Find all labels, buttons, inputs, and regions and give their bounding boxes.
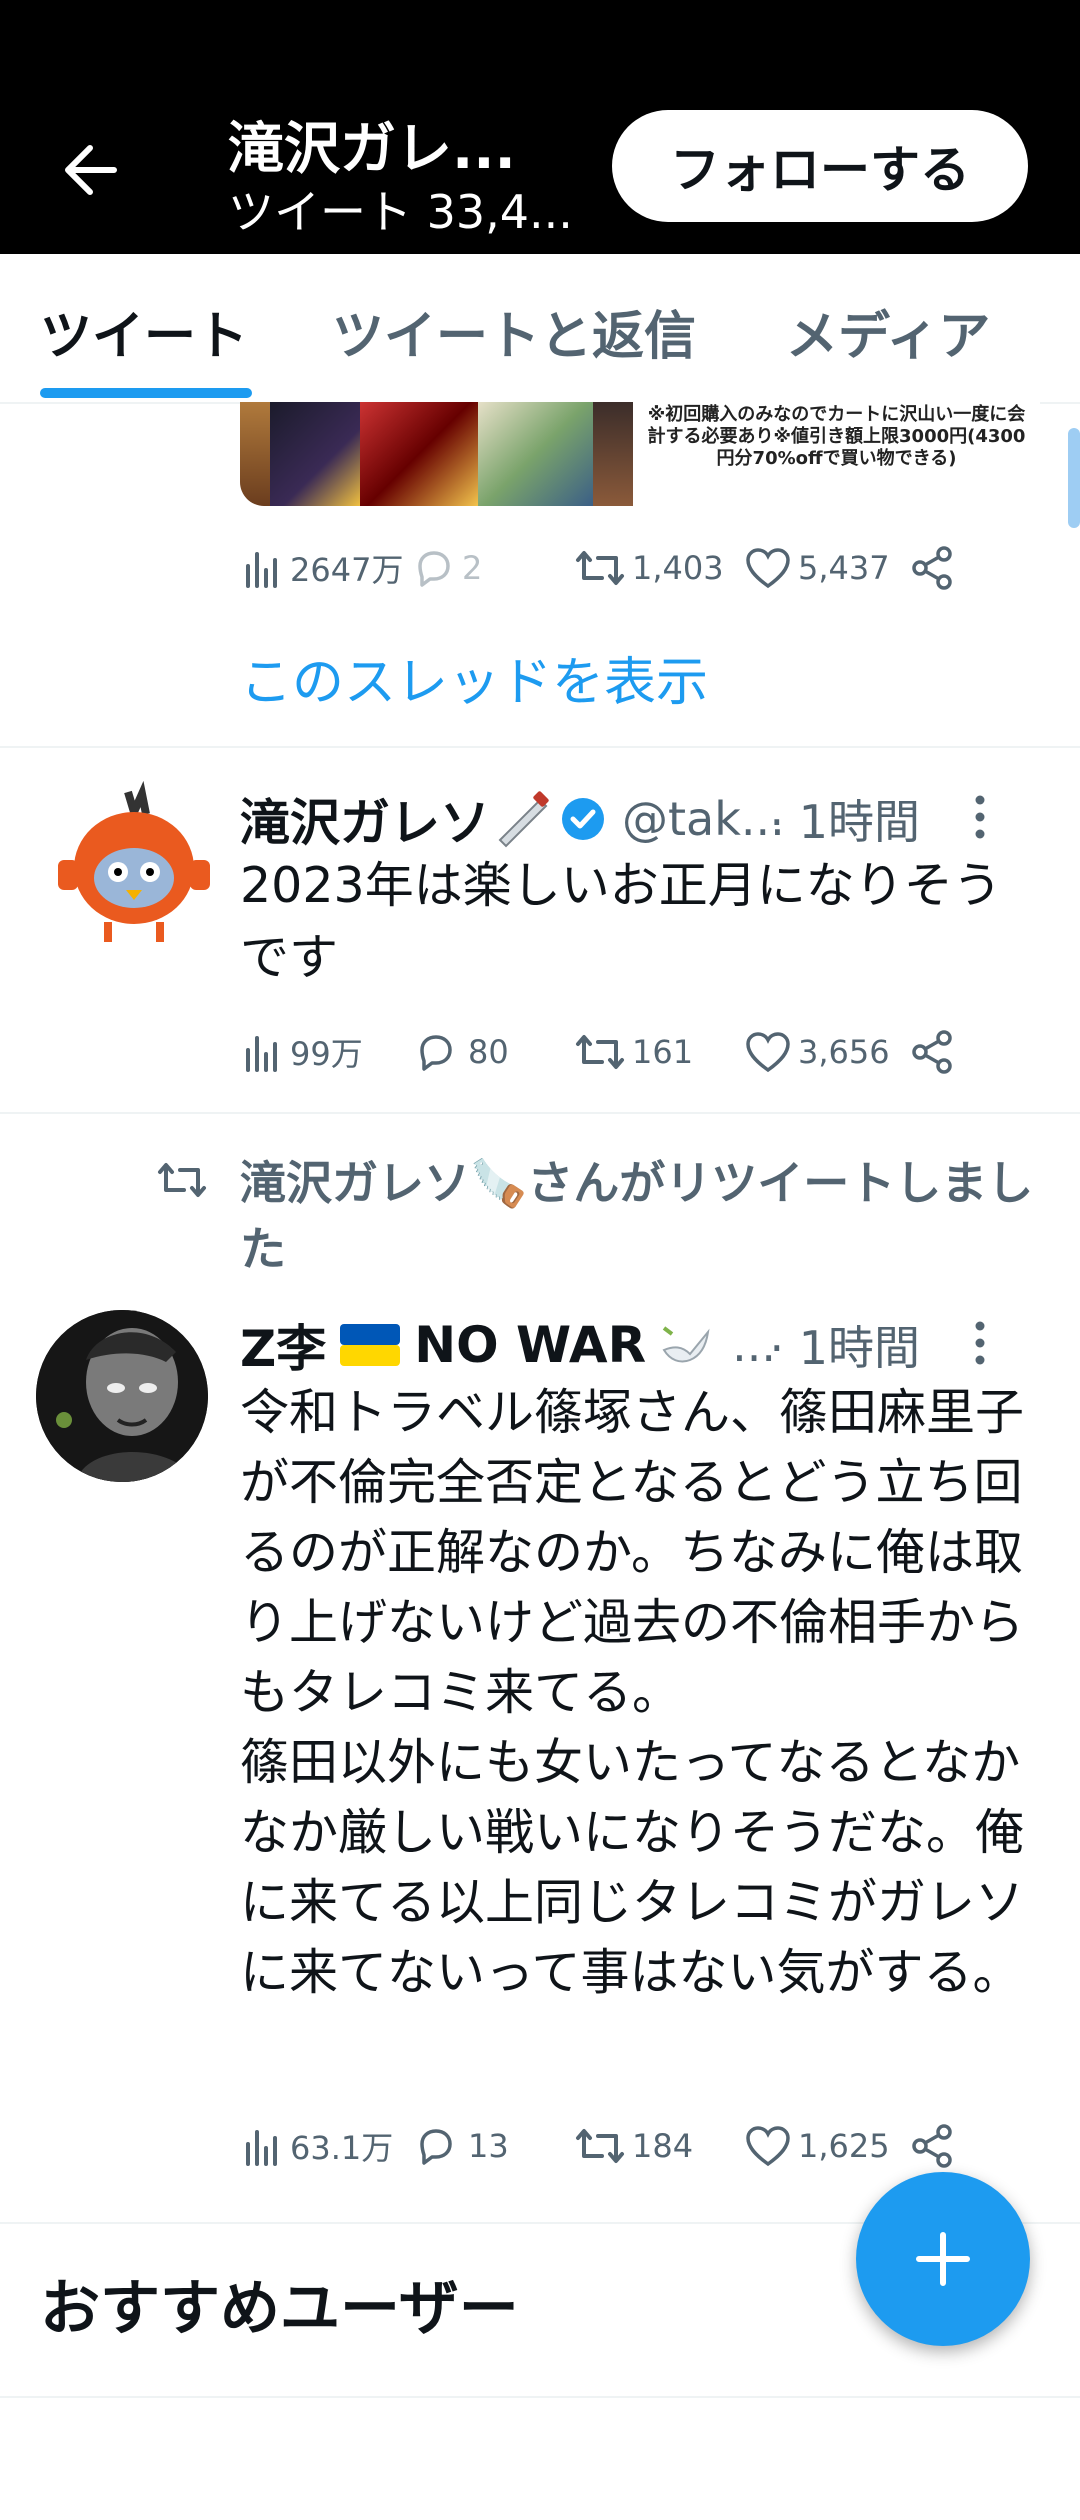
- divider: [0, 1112, 1080, 1114]
- reply-count: 80: [468, 1033, 509, 1071]
- reply-button[interactable]: 13: [410, 2116, 509, 2176]
- tweet-media-image[interactable]: ※初回購入のみなのでカートに沢山い一度に会計する必要あり※値引き額上限3000円…: [240, 402, 1040, 506]
- active-tab-indicator: [40, 388, 252, 398]
- saw-emoji-icon: [498, 791, 549, 848]
- back-arrow-icon: [65, 145, 117, 195]
- verified-badge-icon: [562, 798, 604, 840]
- more-options-icon[interactable]: [970, 1320, 990, 1366]
- share-button[interactable]: [908, 1022, 962, 1082]
- like-count: 5,437: [798, 549, 890, 587]
- show-thread-link[interactable]: このスレッドを表示: [240, 640, 708, 715]
- analytics-icon: [246, 2130, 277, 2166]
- reply-icon: [420, 2129, 452, 2165]
- comic-cover-4: [478, 402, 593, 506]
- comic-cover-1: [240, 402, 270, 506]
- divider: [0, 746, 1080, 748]
- top-app-bar: 滝沢ガレ... ツイート 33,4... フォローする: [0, 0, 1080, 254]
- plus-icon: [916, 2232, 970, 2286]
- retweet-icon: [576, 1035, 624, 1069]
- analytics-icon: [246, 1036, 277, 1072]
- tweet-count: ツイート 33,4...: [228, 185, 573, 239]
- profile-tabs: ツイート ツイートと返信 メディア: [0, 254, 1080, 404]
- reply-count: 2: [462, 549, 483, 587]
- retweet-button[interactable]: 184: [574, 2116, 693, 2176]
- author-handle[interactable]: @tak...: [622, 792, 785, 846]
- heart-icon: [746, 1032, 790, 1073]
- views-count: 63.1万: [290, 2129, 394, 2167]
- like-count: 3,656: [798, 1033, 890, 1071]
- reply-icon: [420, 1035, 452, 1071]
- ukraine-flag-icon: [340, 1324, 401, 1366]
- heart-icon: [746, 548, 790, 589]
- retweeted-by-label[interactable]: 滝沢ガレソ🪚さんがリツイートしました: [240, 1150, 1060, 1282]
- comic-cover-5: [593, 402, 633, 506]
- views-count: 99万: [290, 1035, 363, 1073]
- views-stat[interactable]: 2647万: [240, 538, 403, 598]
- profile-name-title: 滝沢ガレ...: [228, 117, 516, 182]
- promo-text: ※初回購入のみなのでカートに沢山い一度に会計する必要あり※値引き額上限3000円…: [633, 402, 1040, 506]
- tweet-text: 令和トラベル篠塚さん、篠田麻里子が不倫完全否定となるとどう立ち回るのが正解なのか…: [240, 1384, 1025, 2001]
- follow-button[interactable]: フォローする: [612, 110, 1028, 222]
- heart-icon: [746, 2126, 790, 2167]
- retweet-icon: [158, 1163, 206, 1197]
- analytics-icon: [246, 552, 277, 588]
- reply-button[interactable]: 80: [410, 1022, 509, 1082]
- comic-cover-3: [360, 402, 478, 506]
- views-stat[interactable]: 63.1万: [240, 2116, 393, 2176]
- like-count: 1,625: [798, 2127, 890, 2165]
- avatar[interactable]: [48, 780, 220, 952]
- retweet-count: 1,403: [632, 549, 724, 587]
- tweet-header: 滝沢ガレソ @tak... · 1時間: [240, 784, 1040, 854]
- scrollbar[interactable]: [1068, 428, 1080, 528]
- chainsaw-mascot-avatar: [48, 780, 220, 952]
- tab-tweets[interactable]: ツイート: [40, 294, 248, 369]
- reply-icon: [418, 551, 450, 587]
- retweet-count: 161: [632, 1033, 694, 1071]
- retweet-button[interactable]: 161: [574, 1022, 693, 1082]
- like-button[interactable]: 3,656: [744, 1022, 890, 1082]
- retweet-icon: [576, 2129, 624, 2163]
- share-icon: [912, 2124, 952, 2168]
- tweet-action-bar: 99万 80 161 3,656: [240, 1022, 980, 1082]
- tweet-action-bar: 2647万 2 1,403 5,437: [240, 538, 980, 598]
- divider: [0, 2396, 1080, 2398]
- retweet-count: 184: [632, 2127, 694, 2165]
- tab-tweets-and-replies[interactable]: ツイートと返信: [332, 294, 696, 369]
- recommended-users-heading: おすすめユーザー: [40, 2274, 519, 2344]
- share-icon: [912, 546, 952, 590]
- compose-tweet-button[interactable]: [856, 2172, 1030, 2346]
- author-name-suffix[interactable]: NO WAR: [414, 1316, 646, 1374]
- tweet-time[interactable]: · 1時間: [769, 786, 920, 852]
- dove-icon: [662, 1326, 710, 1363]
- views-count: 2647万: [290, 551, 404, 589]
- avatar[interactable]: [36, 1310, 208, 1482]
- more-options-icon[interactable]: [970, 794, 990, 840]
- comic-cover-2: [270, 402, 360, 506]
- share-button[interactable]: [908, 538, 962, 598]
- author-name[interactable]: Z李: [240, 1309, 326, 1381]
- author-name[interactable]: 滝沢ガレソ: [240, 783, 490, 855]
- retweet-button[interactable]: 1,403: [574, 538, 724, 598]
- tweet-header: Z李 NO WAR ... · 1時間: [240, 1310, 1040, 1380]
- tab-media[interactable]: メディア: [786, 294, 990, 369]
- tweet-time[interactable]: · 1時間: [769, 1312, 920, 1378]
- views-stat[interactable]: 99万: [240, 1022, 363, 1082]
- like-button[interactable]: 5,437: [744, 538, 890, 598]
- share-icon: [912, 1030, 952, 1074]
- user-photo-avatar: [36, 1310, 208, 1482]
- reply-count: 13: [468, 2127, 509, 2165]
- tweet-text: 2023年は楽しいお正月になりそうです: [240, 857, 1002, 986]
- back-button[interactable]: [50, 130, 130, 210]
- like-button[interactable]: 1,625: [744, 2116, 890, 2176]
- share-button[interactable]: [908, 2116, 962, 2176]
- retweet-icon: [576, 551, 624, 585]
- tweet-action-bar: 63.1万 13 184 1,625: [240, 2116, 980, 2176]
- reply-button[interactable]: 2: [412, 538, 482, 598]
